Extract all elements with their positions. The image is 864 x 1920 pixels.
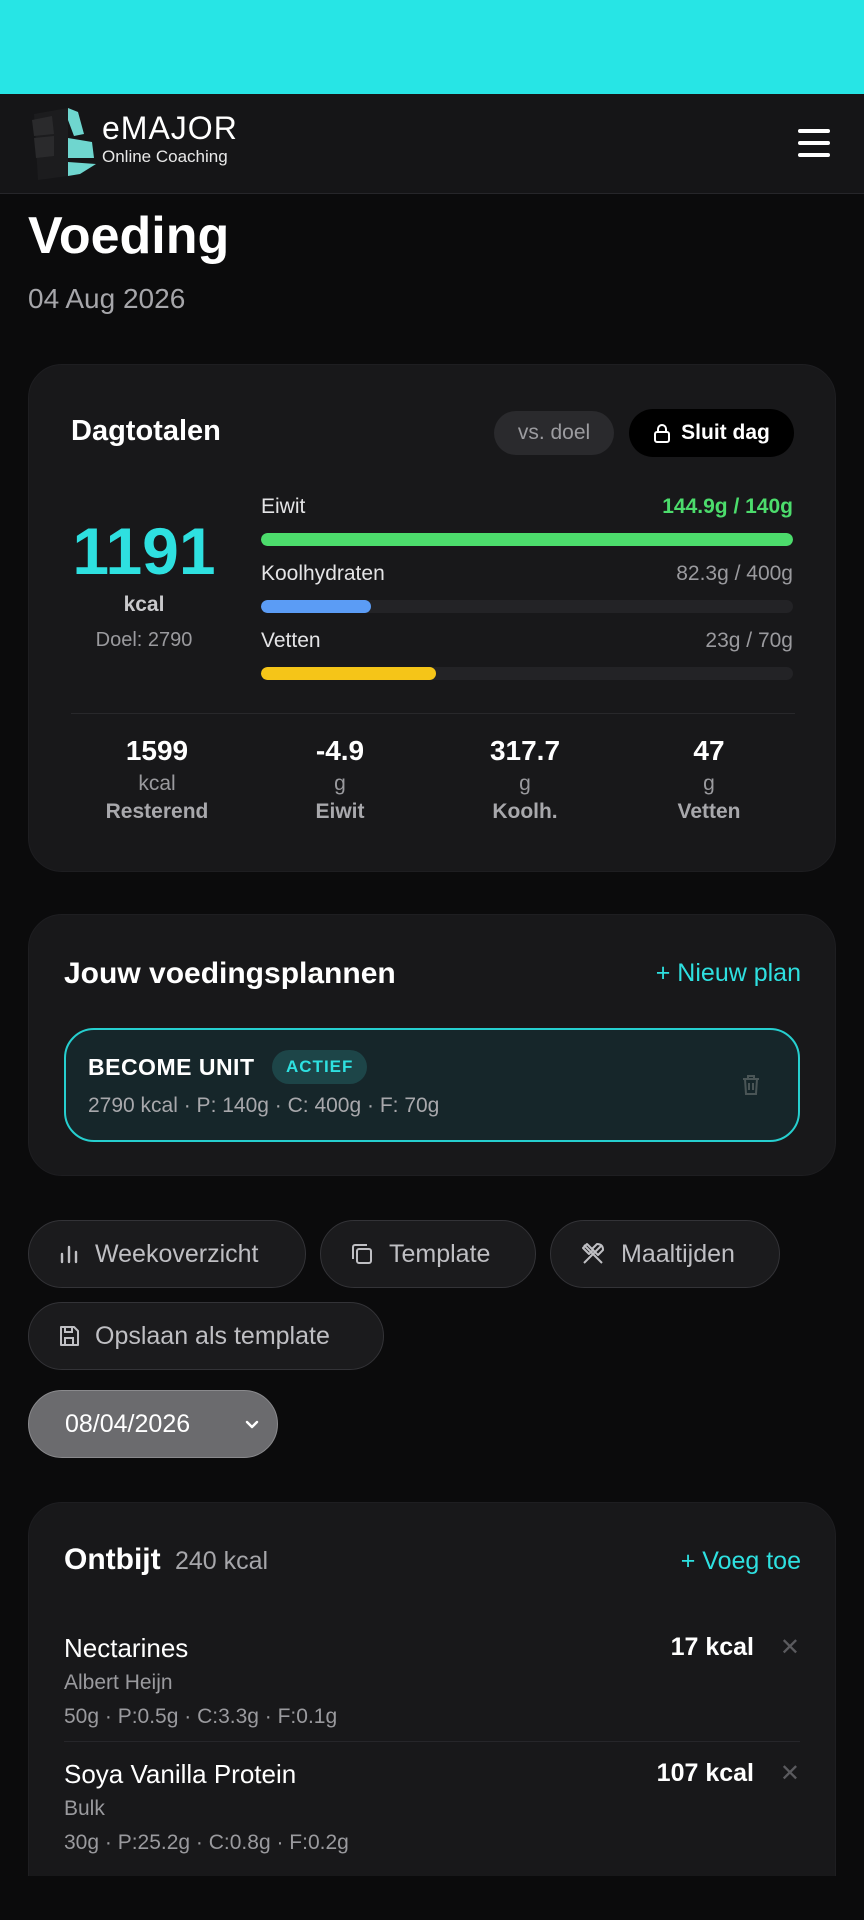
menu-icon[interactable] [794, 124, 832, 162]
bottom-edge [0, 1876, 864, 1920]
kcal-unit: kcal [123, 593, 165, 616]
meals-label: Maaltijden [621, 1239, 735, 1268]
meal-kcal: 240 kcal [175, 1547, 269, 1575]
macro-progress-fill [261, 600, 371, 613]
stat-label: Resterend [105, 800, 209, 823]
stat-label: Eiwit [315, 800, 365, 823]
save-as-template-label: Opslaan als template [95, 1321, 330, 1350]
vs-goal-button[interactable]: vs. doel [494, 411, 614, 455]
stat-value: 1599 [125, 735, 189, 766]
remove-food-icon[interactable]: ✕ [780, 1759, 800, 1788]
week-overview-button[interactable]: Weekoverzicht [28, 1220, 306, 1288]
day-totals-title: Dagtotalen [71, 415, 221, 447]
kcal-consumed: 1191 [72, 514, 216, 588]
day-totals-card: Dagtotalen vs. doel Sluit dag 1191 kcal … [28, 364, 836, 872]
utensils-crossed-icon [582, 1243, 604, 1264]
macro-progress-track [261, 533, 793, 546]
chevron-down-icon [245, 1420, 259, 1429]
template-button[interactable]: Template [320, 1220, 536, 1288]
stat-protein: -4.9 g Eiwit [240, 733, 440, 825]
stat-label: Vetten [677, 800, 741, 823]
stat-value: -4.9 [315, 735, 365, 766]
remove-food-icon[interactable]: ✕ [780, 1633, 800, 1662]
divider [64, 1741, 800, 1742]
macro-progress-track [261, 667, 793, 680]
close-day-button[interactable]: Sluit dag [629, 409, 794, 457]
food-macros: 30g · P:25.2g · C:0.8g · F:0.2g [64, 1831, 349, 1854]
status-bar [0, 0, 864, 94]
brand-logo[interactable]: eMAJOR Online Coaching [28, 106, 237, 182]
bar-chart-icon [60, 1245, 78, 1264]
plan-meta: 2790 kcal · P: 140g · C: 400g · F: 70g [88, 1094, 440, 1117]
top-navbar: eMAJOR Online Coaching [0, 94, 864, 194]
copy-icon [352, 1244, 372, 1264]
page-date: 04 Aug 2026 [28, 283, 186, 314]
food-macros: 50g · P:0.5g · C:3.3g · F:0.1g [64, 1705, 338, 1728]
stat-unit: kcal [138, 772, 176, 795]
close-day-label: Sluit dag [681, 421, 770, 444]
plan-item[interactable]: BECOME UNIT ACTIEF 2790 kcal · P: 140g ·… [64, 1028, 800, 1142]
food-name: Nectarines [64, 1633, 189, 1663]
new-plan-button[interactable]: + Nieuw plan [656, 959, 801, 988]
save-icon [60, 1326, 79, 1346]
stat-unit: g [519, 772, 531, 795]
macro-progress-fill [261, 667, 437, 680]
food-item[interactable]: Soya Vanilla Protein Bulk 30g · P:25.2g … [64, 1759, 800, 1879]
kcal-goal: Doel: 2790 [95, 629, 193, 651]
macro-value: 82.3g / 400g [676, 562, 793, 585]
date-select-value: 08/04/2026 [65, 1410, 191, 1438]
meals-button[interactable]: Maaltijden [550, 1220, 780, 1288]
food-name: Soya Vanilla Protein [64, 1759, 297, 1789]
stat-remaining: 1599 kcal Resterend [57, 733, 257, 825]
date-select[interactable]: 08/04/2026 [28, 1390, 278, 1458]
food-item[interactable]: Nectarines Albert Heijn 50g · P:0.5g · C… [64, 1633, 800, 1753]
week-overview-label: Weekoverzicht [95, 1239, 259, 1268]
template-label: Template [389, 1239, 491, 1268]
macro-progress-track [261, 600, 793, 613]
macro-label: Koolhydraten [261, 562, 385, 585]
nutrition-plans-card: Jouw voedingsplannen + Nieuw plan BECOME… [28, 914, 836, 1176]
food-kcal: 17 kcal [670, 1633, 754, 1661]
meal-title: Ontbijt [64, 1543, 161, 1576]
stat-unit: g [703, 772, 715, 795]
plans-title: Jouw voedingsplannen [64, 957, 396, 990]
macro-progress-fill [261, 533, 793, 546]
stat-value: 317.7 [489, 735, 561, 766]
macro-value: 23g / 70g [705, 629, 793, 652]
macro-label: Vetten [261, 629, 321, 652]
macro-value: 144.9g / 140g [662, 495, 793, 518]
page-title: Voeding [28, 207, 230, 265]
stat-carbs: 317.7 g Koolh. [425, 733, 625, 825]
logo-subtitle: Online Coaching [102, 147, 228, 166]
meal-card-breakfast: Ontbijt 240 kcal + Voeg toe Nectarines A… [28, 1502, 836, 1920]
logo-brand-text: eMAJOR [102, 110, 238, 146]
active-badge: ACTIEF [272, 1050, 368, 1084]
macro-label: Eiwit [261, 495, 306, 518]
stat-label: Koolh. [492, 800, 558, 823]
stat-fat: 47 g Vetten [609, 733, 809, 825]
save-as-template-button[interactable]: Opslaan als template [28, 1302, 384, 1370]
stat-value: 47 [693, 735, 725, 766]
food-brand: Bulk [64, 1797, 105, 1820]
logo-mark-icon [32, 108, 96, 180]
trash-icon[interactable] [738, 1072, 764, 1098]
add-food-button[interactable]: + Voeg toe [681, 1547, 801, 1576]
food-brand: Albert Heijn [64, 1671, 173, 1694]
stat-unit: g [334, 772, 346, 795]
divider [71, 713, 795, 714]
food-kcal: 107 kcal [656, 1759, 754, 1787]
plan-name: BECOME UNIT [88, 1054, 255, 1080]
lock-icon [654, 424, 671, 443]
